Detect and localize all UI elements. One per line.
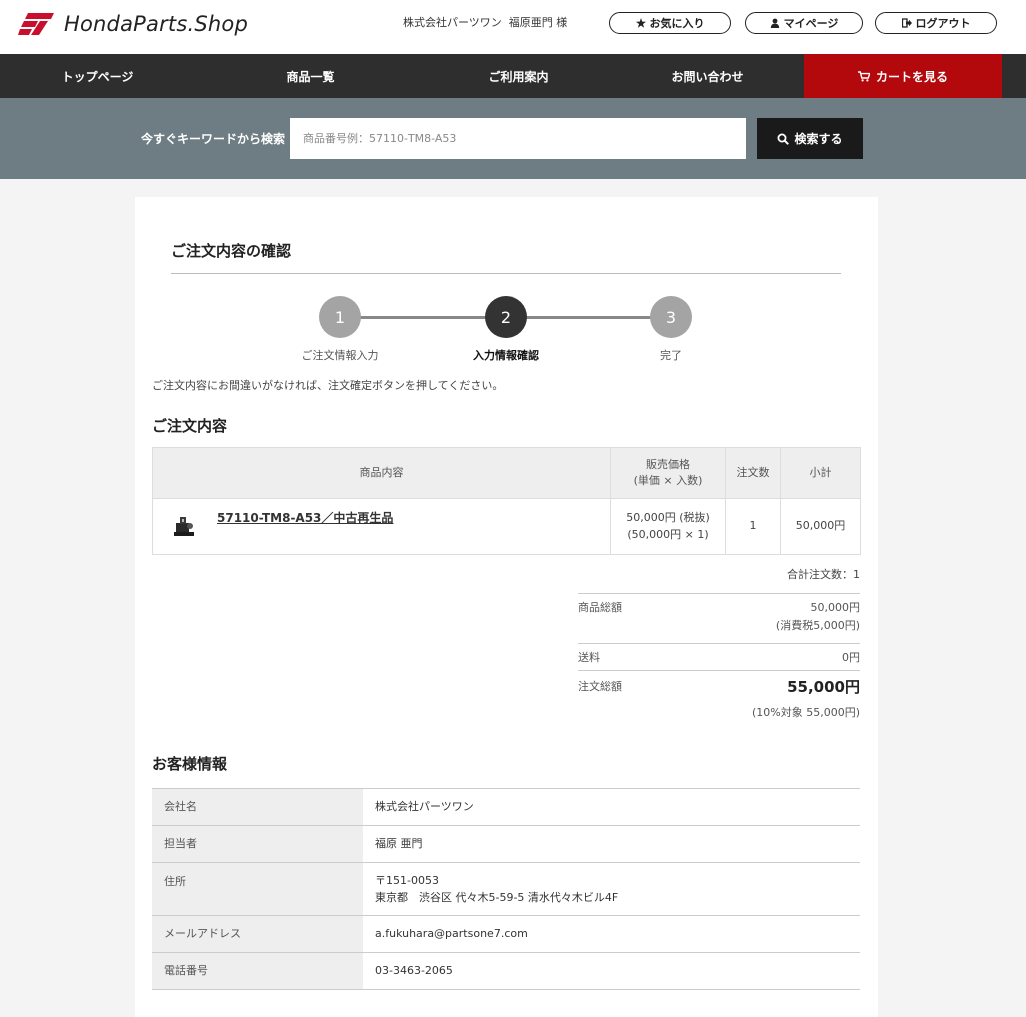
logo-mark-icon: [18, 13, 54, 35]
page-title: ご注文内容の確認: [171, 242, 292, 260]
email-label: メールアドレス: [152, 915, 363, 953]
shipping-value: 0円: [842, 651, 860, 664]
unit-price: 50,000円 (税抜): [626, 511, 710, 524]
address-label: 住所: [152, 862, 363, 916]
address-line: 東京都 渋谷区 代々木5-59-5 清水代々木ビル4F: [375, 891, 619, 904]
summary-divider-3: [578, 670, 860, 671]
mypage-button[interactable]: マイページ: [745, 12, 863, 34]
user-icon: [770, 18, 779, 28]
summary-divider-2: [578, 643, 860, 644]
instruction-text: ご注文内容にお間違いがなければ、注文確定ボタンを押してください。: [152, 379, 504, 392]
user-greeting: 株式会社パーツワン 福原亜門 様: [403, 14, 567, 30]
step-2-label: 入力情報確認: [473, 349, 539, 362]
search-button[interactable]: 検索する: [757, 118, 863, 159]
goods-total-value: 50,000円: [810, 601, 861, 614]
postal-code: 〒151-0053: [375, 873, 439, 887]
mypage-label: マイページ: [783, 17, 839, 30]
table-row: 57110-TM8-A53／中古再生品 50,000円 (税抜) (50,000…: [152, 498, 861, 555]
customer-section-title: お客様情報: [152, 755, 228, 773]
logout-label: ログアウト: [915, 17, 971, 30]
col-header-qty: 注文数: [725, 447, 781, 499]
phone-label: 電話番号: [152, 952, 363, 990]
table-row: メールアドレス a.fukuhara@partsone7.com: [152, 915, 860, 953]
address-value: 〒151-0053 東京都 渋谷区 代々木5-59-5 清水代々木ビル4F: [363, 862, 860, 916]
table-row: 担当者 福原 亜門: [152, 825, 860, 863]
email-value: a.fukuhara@partsone7.com: [363, 915, 860, 953]
product-cell: 57110-TM8-A53／中古再生品: [152, 498, 611, 555]
nav-item-top[interactable]: トップページ: [0, 54, 195, 98]
product-thumbnail[interactable]: [171, 513, 197, 539]
step-3-circle: 3: [650, 296, 692, 338]
user-name: 福原亜門: [508, 16, 553, 29]
nav-item-contact[interactable]: お問い合わせ: [611, 54, 804, 98]
customer-table: 会社名 株式会社パーツワン 担当者 福原 亜門 住所 〒151-0053 東京都…: [152, 788, 860, 990]
col-header-subtotal: 小計: [780, 447, 861, 499]
col-header-price: 販売価格 (単価 × 入数): [610, 447, 726, 499]
site-header: HondaParts.Shop 株式会社パーツワン 福原亜門 様 お気に入り マ…: [0, 0, 1026, 54]
order-total-tax: (10%対象 55,000円): [751, 706, 860, 719]
favorites-label: お気に入り: [649, 17, 705, 30]
order-table: 商品内容 販売価格 (単価 × 入数) 注文数 小計 57110-TM8-A53…: [152, 447, 861, 555]
next-section-title: [152, 1010, 272, 1017]
shipping-label: 送料: [578, 651, 600, 664]
contact-person-label: 担当者: [152, 825, 363, 863]
price-cell: 50,000円 (税抜) (50,000円 × 1): [610, 498, 726, 555]
step-2-circle: 2: [485, 296, 527, 338]
logo-text: HondaParts.Shop: [64, 12, 248, 36]
order-total-label: 注文総額: [578, 680, 622, 693]
table-row: 電話番号 03-3463-2065: [152, 952, 860, 990]
subtotal-cell: 50,000円: [780, 498, 861, 555]
user-company: 株式会社パーツワン: [403, 16, 502, 29]
goods-tax-value: (消費税5,000円): [775, 619, 860, 632]
search-input[interactable]: [290, 118, 746, 159]
nav-item-products[interactable]: 商品一覧: [195, 54, 426, 98]
search-button-label: 検索する: [794, 132, 843, 146]
sign-out-icon: [901, 18, 912, 28]
step-connector-2: [526, 316, 652, 319]
cart-icon: [857, 70, 870, 81]
order-section-title: ご注文内容: [152, 417, 228, 435]
summary-divider-1: [578, 593, 860, 594]
step-1-circle: 1: [319, 296, 361, 338]
step-1-label: ご注文情報入力: [301, 349, 379, 362]
step-3-label: 完了: [660, 349, 682, 362]
col-header-product: 商品内容: [152, 447, 611, 499]
company-label: 会社名: [152, 788, 363, 826]
unit-price-detail: (50,000円 × 1): [627, 527, 709, 541]
title-divider: [171, 273, 841, 274]
user-suffix: 様: [556, 16, 568, 29]
phone-value: 03-3463-2065: [363, 952, 860, 990]
contact-person-value: 福原 亜門: [363, 825, 860, 863]
cart-label: カートを見る: [875, 69, 948, 84]
table-row: 会社名 株式会社パーツワン: [152, 788, 860, 826]
company-value: 株式会社パーツワン: [363, 788, 860, 826]
goods-total-label: 商品総額: [578, 601, 622, 614]
nav-item-guide[interactable]: ご利用案内: [426, 54, 611, 98]
order-table-header: 商品内容 販売価格 (単価 × 入数) 注文数 小計: [152, 447, 861, 499]
product-link[interactable]: 57110-TM8-A53／中古再生品: [217, 509, 393, 527]
logout-button[interactable]: ログアウト: [875, 12, 997, 34]
star-icon: [635, 18, 646, 28]
order-total-value: 55,000円: [787, 678, 860, 696]
col-header-price-line2: (単価 × 入数): [633, 474, 703, 487]
search-icon: [777, 133, 790, 145]
qty-cell: 1: [725, 498, 781, 555]
search-label: 今すぐキーワードから検索: [141, 132, 286, 146]
total-quantity: 合計注文数：1: [787, 568, 860, 581]
step-connector-1: [360, 316, 486, 319]
cart-button[interactable]: カートを見る: [804, 54, 1002, 98]
search-strip: 今すぐキーワードから検索 検索する: [0, 98, 1026, 179]
favorites-button[interactable]: お気に入り: [609, 12, 731, 34]
main-nav: トップページ 商品一覧 ご利用案内 お問い合わせ カートを見る: [0, 54, 1026, 98]
col-header-price-line1: 販売価格: [646, 458, 690, 472]
table-row: 住所 〒151-0053 東京都 渋谷区 代々木5-59-5 清水代々木ビル4F: [152, 862, 860, 916]
logo[interactable]: HondaParts.Shop: [18, 8, 248, 40]
